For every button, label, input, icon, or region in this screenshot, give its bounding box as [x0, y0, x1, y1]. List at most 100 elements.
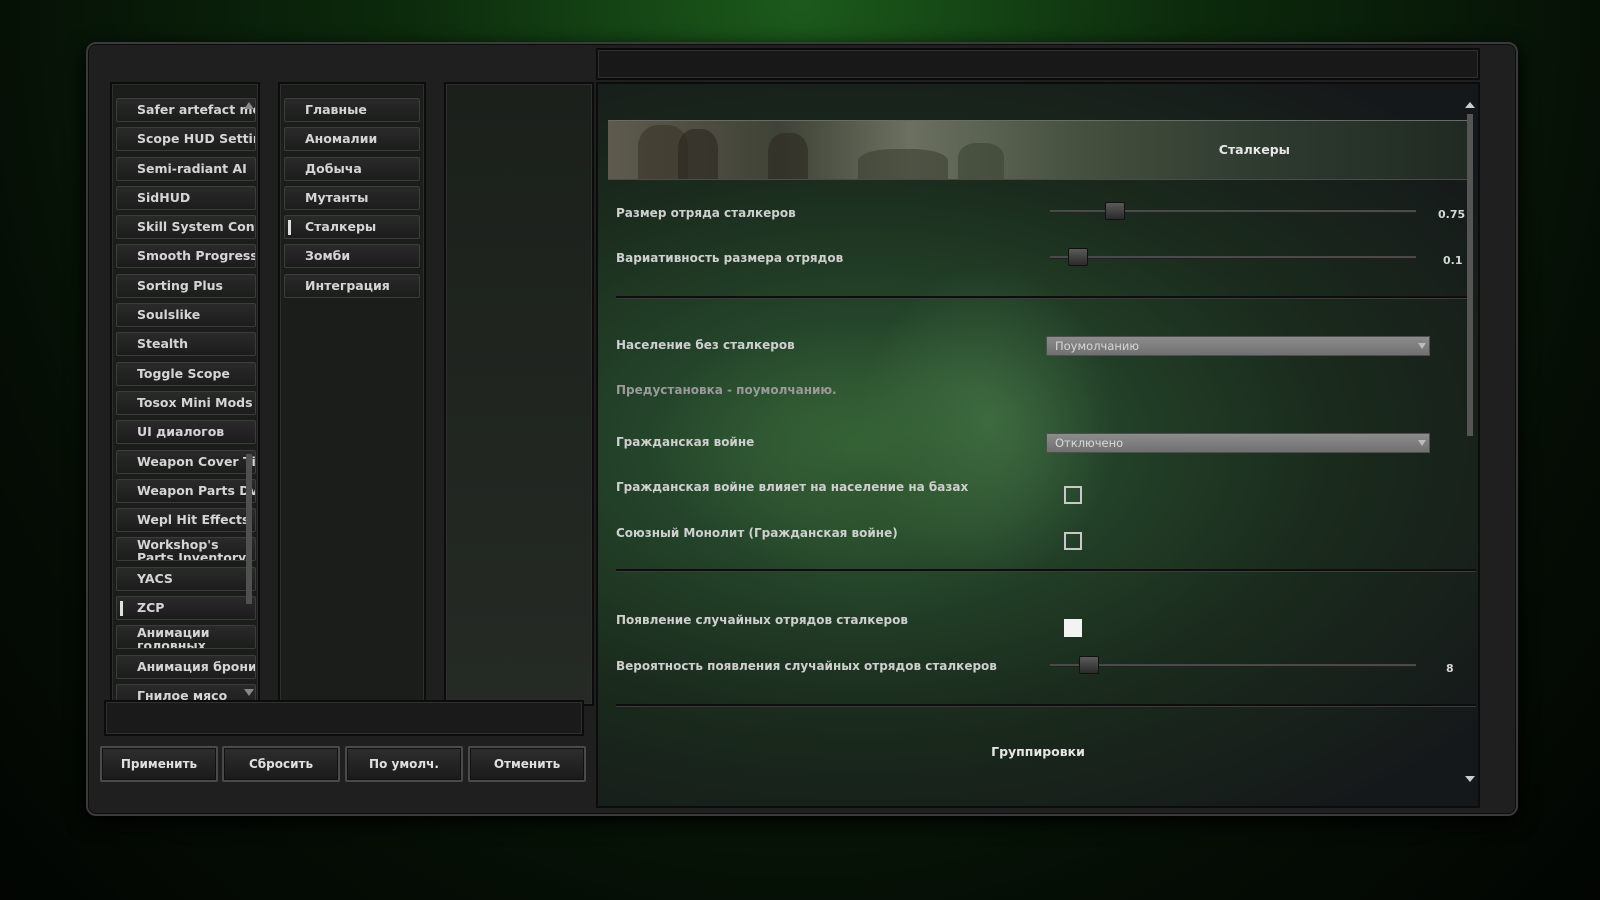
squad-variance-slider-handle[interactable] — [1068, 248, 1089, 266]
mod-list-item[interactable]: Workshop's Parts Inventory — [116, 537, 256, 562]
mod-list-item[interactable]: YACS — [116, 566, 256, 591]
category-item-label: Зомби — [305, 248, 351, 264]
separator — [616, 704, 1476, 707]
background-art-shadow — [718, 364, 1038, 624]
category-item-label: Интеграция — [305, 277, 390, 293]
random-squads-label: Появление случайных отрядов сталкеров — [616, 613, 908, 627]
mod-list-item[interactable]: Wepl Hit Effects — [116, 508, 256, 533]
random-squads-chance-slider-handle[interactable] — [1079, 656, 1100, 674]
cancel-button[interactable]: Отменить — [468, 746, 586, 782]
civil-war-dropdown[interactable]: Отключено — [1046, 433, 1430, 453]
random-squads-chance-label: Вероятность появления случайных отрядов … — [616, 659, 997, 673]
mod-list-item[interactable]: Soulslike — [116, 303, 256, 328]
mod-list-item[interactable]: Toggle Scope — [116, 361, 256, 386]
allied-monolith-checkbox[interactable] — [1064, 532, 1082, 550]
settings-scrollbar-thumb[interactable] — [1467, 114, 1473, 436]
category-item[interactable]: Главные — [284, 98, 420, 122]
population-without-stalkers-dropdown[interactable]: Поумолчанию — [1046, 336, 1430, 356]
mods-scroll-down-icon[interactable] — [244, 689, 254, 696]
mod-list-item-label: Smooth Progress — [137, 248, 256, 264]
category-item-label: Сталкеры — [305, 219, 377, 235]
squad-variance-label: Вариативность размера отрядов — [616, 251, 844, 265]
civil-war-bases-checkbox[interactable] — [1064, 486, 1082, 504]
mods-list: Safer artefact melting Scope HUD Settings… — [116, 98, 256, 713]
mods-scrollbar-thumb[interactable] — [246, 454, 252, 604]
mod-list-item[interactable]: Weapon Cover Tilt — [116, 449, 256, 474]
mod-list-item-label: YACS — [137, 570, 173, 586]
civil-war-dropdown-value: Отключено — [1055, 436, 1124, 450]
mod-list-item-label: Sorting Plus — [137, 277, 223, 293]
subcategories-panel — [444, 82, 594, 706]
status-bar — [104, 700, 584, 736]
section-banner: Сталкеры — [608, 120, 1470, 180]
banner-figure — [678, 129, 718, 179]
allied-monolith-label: Союзный Монолит (Гражданская войне) — [616, 526, 898, 540]
right-header-bar — [596, 48, 1480, 80]
category-item[interactable]: Аномалии — [284, 127, 420, 152]
chevron-down-icon — [1418, 440, 1426, 446]
squad-size-slider-handle[interactable] — [1104, 202, 1125, 220]
random-squads-chance-slider[interactable] — [1050, 664, 1416, 667]
mod-list-item[interactable]: Scope HUD Settings — [116, 127, 256, 152]
separator — [616, 296, 1472, 299]
default-button[interactable]: По умолч. — [345, 746, 463, 782]
mod-list-item-label: Tosox Mini Mods Repo — [137, 394, 255, 410]
banner-figure — [958, 143, 1004, 179]
mod-list-item[interactable]: Weapon Parts DvH — [116, 478, 256, 503]
preset-note: Предустановка - поумолчанию. — [616, 383, 837, 397]
population-dropdown-value: Поумолчанию — [1055, 339, 1140, 353]
banner-figure — [768, 133, 808, 179]
mod-list-item[interactable]: Semi-radiant AI — [116, 156, 256, 181]
mod-list-item-label: Weapon Cover Tilt — [137, 453, 256, 469]
squad-size-value: 0.75 — [1438, 208, 1466, 221]
mod-list-item[interactable]: UI диалогов — [116, 420, 256, 445]
category-item-label: Добыча — [305, 160, 362, 176]
civil-war-bases-label: Гражданская войне влияет на население на… — [616, 480, 969, 494]
chevron-down-icon — [1418, 343, 1426, 349]
mod-list-item[interactable]: Smooth Progress — [116, 244, 256, 269]
factions-section-title: Группировки — [991, 744, 1085, 759]
mod-list-item[interactable]: SidHUD — [116, 185, 256, 210]
mod-list-item[interactable]: Анимация брони — [116, 654, 256, 679]
settings-panel: Сталкеры Размер отряда сталкеров 0.75 Ва… — [596, 82, 1480, 808]
categories-list: Главные Аномалии Добыча Мутанты Сталкеры Зомб… — [284, 98, 420, 303]
category-item[interactable]: Интеграция — [284, 273, 420, 298]
mod-list-item-label: Semi-radiant AI — [137, 160, 247, 176]
squad-variance-value: 0.1 — [1443, 254, 1463, 267]
apply-button[interactable]: Применить — [100, 746, 218, 782]
reset-button[interactable]: Сбросить — [222, 746, 340, 782]
mod-list-item[interactable]: Анимации головных уборов — [116, 625, 256, 650]
mcm-options-window: Safer artefact melting Scope HUD Settings… — [86, 42, 1518, 816]
section-title: Сталкеры — [1218, 142, 1290, 157]
random-squads-checkbox[interactable] — [1064, 619, 1082, 637]
category-item[interactable]: Добыча — [284, 156, 420, 181]
category-item-label: Главные — [305, 102, 367, 117]
category-item[interactable]: Сталкеры — [284, 215, 420, 240]
mod-list-item-label: UI диалогов — [137, 424, 225, 440]
mod-list-item-label: Skill System Config — [137, 219, 255, 235]
mod-list-item[interactable]: Sorting Plus — [116, 273, 256, 298]
mod-list-item-label: Workshop's Parts Inventory — [137, 537, 247, 562]
scroll-down-icon[interactable] — [1465, 776, 1475, 782]
mod-list-item[interactable]: Tosox Mini Mods Repo — [116, 390, 256, 415]
category-item-label: Аномалии — [305, 131, 378, 147]
mod-list-item-label: Wepl Hit Effects — [137, 512, 250, 528]
mod-list-item-label: Stealth — [137, 336, 189, 352]
mod-list-item-label: ZCP — [137, 600, 165, 616]
mod-list-item[interactable]: Skill System Config — [116, 215, 256, 240]
mod-list-item[interactable]: Stealth — [116, 332, 256, 357]
category-item[interactable]: Зомби — [284, 244, 420, 269]
banner-figure — [858, 149, 948, 179]
categories-panel: Главные Аномалии Добыча Мутанты Сталкеры Зомб… — [278, 82, 426, 706]
separator — [616, 569, 1476, 572]
mod-list-item[interactable]: ZCP — [116, 596, 256, 621]
mod-list-item-label: Toggle Scope — [137, 365, 230, 381]
squad-size-label: Размер отряда сталкеров — [616, 206, 796, 220]
squad-variance-slider[interactable] — [1050, 256, 1416, 259]
settings-scrollbar[interactable] — [1465, 102, 1475, 782]
scroll-up-icon[interactable] — [1465, 102, 1475, 108]
category-item[interactable]: Мутанты — [284, 185, 420, 210]
mod-list-item[interactable]: Safer artefact melting — [116, 98, 256, 122]
mod-list-item-label: Анимация брони — [137, 658, 256, 674]
mods-scroll-up-icon[interactable] — [244, 102, 254, 109]
